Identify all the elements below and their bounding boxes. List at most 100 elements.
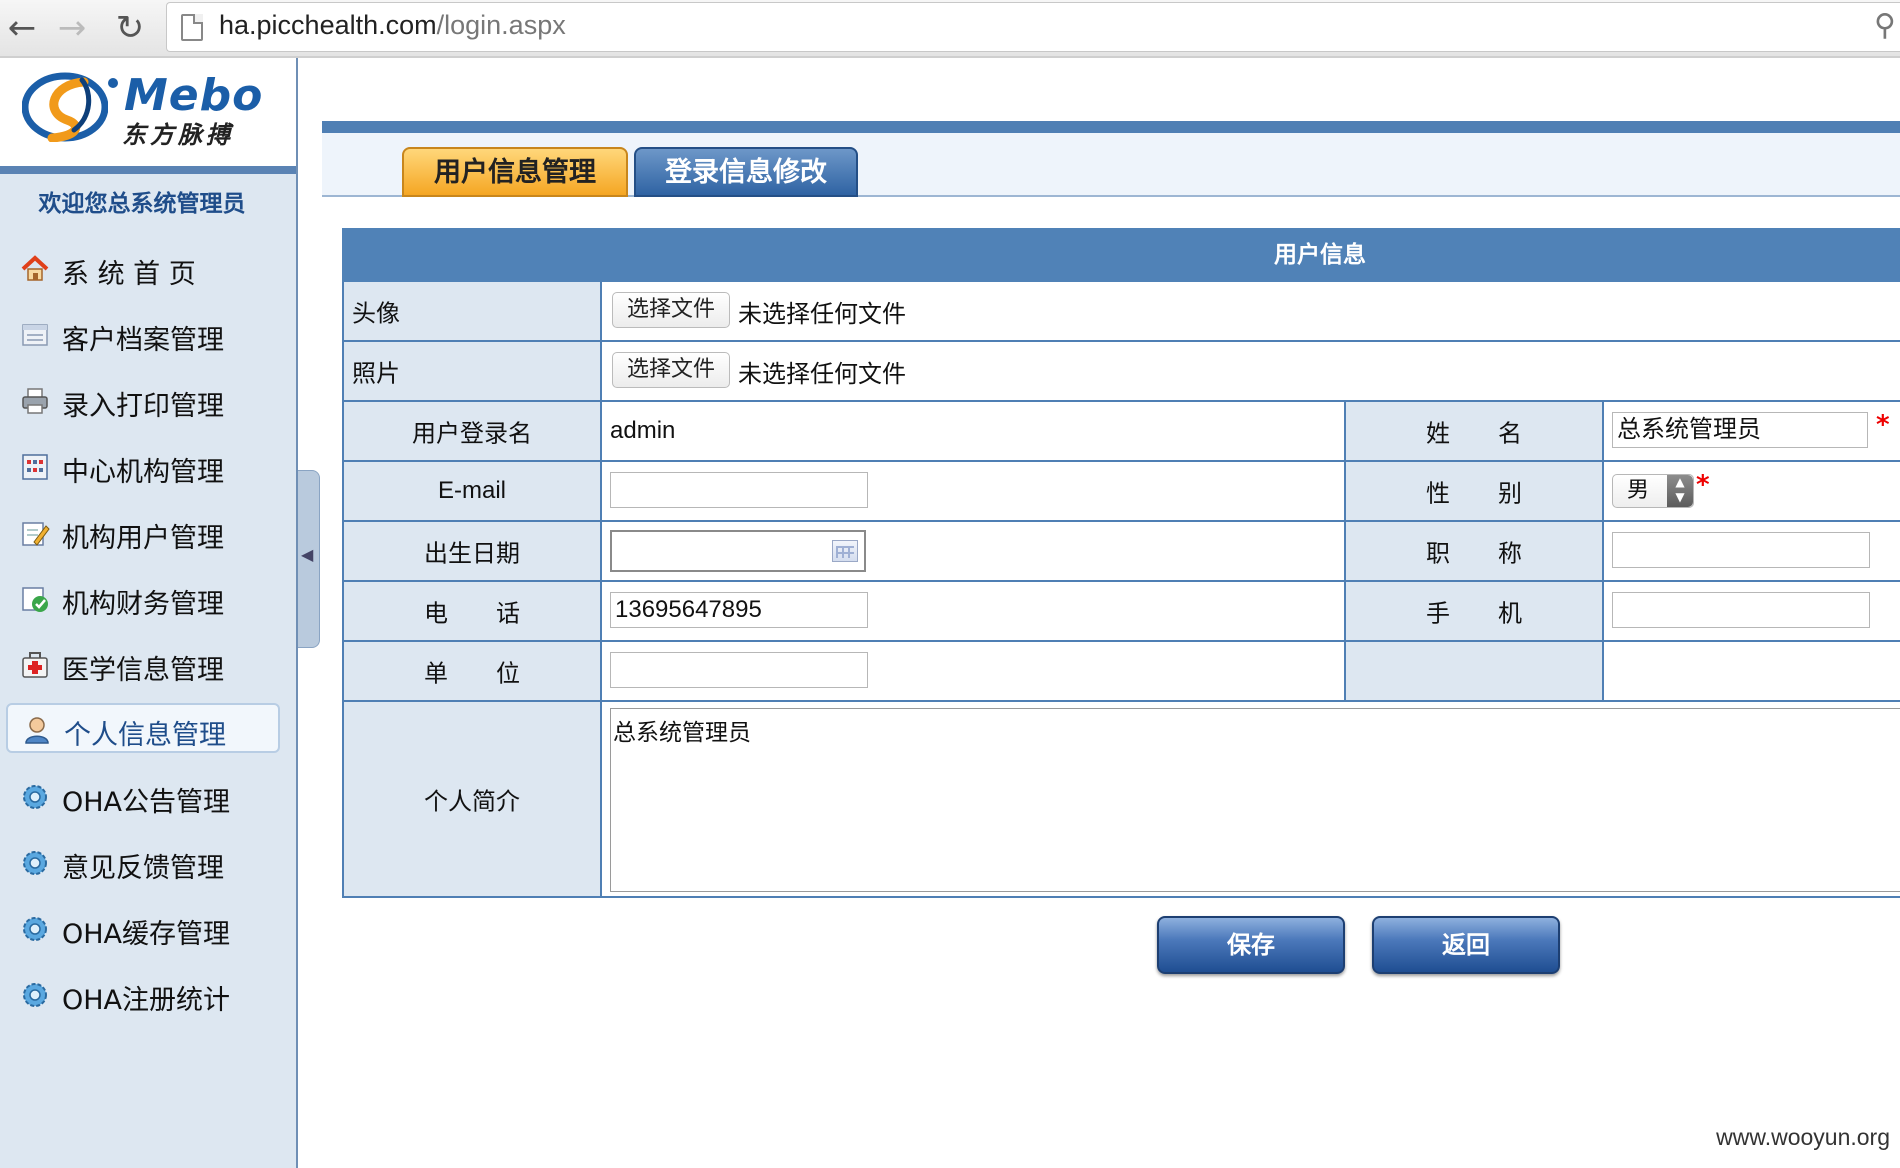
save-button[interactable]: 保存 [1157, 916, 1345, 974]
empty-value-cell [1602, 642, 1900, 700]
unit-label: 单 位 [424, 659, 520, 688]
avatar-label: 头像 [352, 299, 400, 328]
unit-input[interactable] [610, 652, 868, 688]
sidebar-item-9[interactable]: OHA公告管理 [6, 772, 280, 822]
email-input[interactable] [610, 472, 868, 508]
sidebar-item-label: 系 统 首 页 [62, 259, 196, 290]
sidebar-item-11[interactable]: OHA缓存管理 [6, 904, 280, 954]
sidebar-item-6[interactable]: 机构财务管理 [6, 574, 280, 624]
login-name-label-cell: 用户登录名 [344, 402, 600, 460]
login-name-value: admin [610, 417, 676, 444]
name-label: 姓 名 [1426, 419, 1522, 448]
mobile-input[interactable] [1612, 592, 1870, 628]
watermark-text: www.wooyun.org [1716, 1124, 1890, 1150]
birthday-row: 出生日期 职 称 [342, 522, 1900, 582]
sidebar-item-3[interactable]: 录入打印管理 [6, 376, 280, 426]
empty-label-cell [1344, 642, 1602, 700]
title-label: 职 称 [1426, 539, 1522, 568]
person-icon [22, 715, 52, 745]
edit-user-icon [20, 518, 50, 548]
sidebar-item-label: 客户档案管理 [62, 325, 224, 356]
tab-login-info[interactable]: 登录信息修改 [634, 147, 858, 197]
form-title: 用户信息 [1274, 242, 1366, 268]
welcome-text: 欢迎您总系统管理员 [38, 191, 246, 217]
photo-label-cell: 照片 [344, 342, 600, 400]
birthday-value-cell [600, 522, 1344, 580]
mobile-label-cell: 手 机 [1344, 582, 1602, 640]
sidebar-item-10[interactable]: 意见反馈管理 [6, 838, 280, 888]
name-input[interactable]: 总系统管理员 [1612, 412, 1868, 448]
login-name-row: 用户登录名 admin 姓 名 总系统管理员 * [342, 402, 1900, 462]
phone-label: 电 话 [424, 599, 520, 628]
logo-name: Mebo [124, 70, 264, 121]
reload-icon[interactable]: ↻ [108, 6, 152, 50]
address-bar[interactable]: ha.picchealth.com/login.aspx [166, 2, 1900, 52]
back-arrow-icon[interactable]: ← [0, 6, 44, 50]
photo-file-button[interactable]: 选择文件 [612, 352, 731, 388]
photo-file-status: 未选择任何文件 [738, 360, 906, 388]
sidebar-item-2[interactable]: 客户档案管理 [6, 310, 280, 360]
sidebar-item-label: 机构用户管理 [62, 523, 224, 554]
sidebar: Mebo 东方脉搏 欢迎您总系统管理员 系 统 首 页客户档案管理 录入打印管理中… [0, 58, 298, 1168]
sidebar-item-label: OHA缓存管理 [62, 919, 231, 950]
phone-value-cell: 13695647895 [600, 582, 1344, 640]
home-icon [20, 254, 50, 284]
sidebar-item-label: 医学信息管理 [62, 655, 224, 686]
gear-icon [20, 848, 50, 878]
phone-row: 电 话 13695647895 手 机 [342, 582, 1900, 642]
photo-value-cell: 选择文件 未选择任何文件 [600, 342, 1900, 400]
login-name-label: 用户登录名 [412, 419, 532, 448]
job-title-input[interactable] [1612, 532, 1870, 568]
select-arrows-icon: ▲ ▼ [1667, 475, 1693, 507]
photo-row: 照片 选择文件 未选择任何文件 [342, 342, 1900, 402]
avatar-file-status: 未选择任何文件 [738, 300, 906, 328]
logo-swirl-icon [22, 72, 108, 142]
birthday-input[interactable] [610, 530, 866, 572]
sidebar-item-4[interactable]: 中心机构管理 [6, 442, 280, 492]
bio-textarea[interactable]: 总系统管理员 [610, 708, 1900, 892]
gender-label: 性 别 [1426, 479, 1522, 508]
name-label-cell: 姓 名 [1344, 402, 1602, 460]
sidebar-item-1[interactable]: 系 统 首 页 [6, 244, 280, 294]
sidebar-item-5[interactable]: 机构用户管理 [6, 508, 280, 558]
sidebar-collapse-handle[interactable]: ◀ [298, 470, 320, 648]
tab-user-info[interactable]: 用户信息管理 [402, 147, 628, 197]
sidebar-item-7[interactable]: 医学信息管理 [6, 640, 280, 690]
bio-label-cell: 个人简介 [344, 702, 600, 896]
sidebar-item-label: 录入打印管理 [62, 391, 224, 422]
sidebar-item-12[interactable]: OHA注册统计 [6, 970, 280, 1020]
url-text: ha.picchealth.com/login.aspx [219, 10, 566, 41]
forward-arrow-icon[interactable]: → [50, 6, 94, 50]
logo-dot [108, 78, 118, 88]
title-value-cell [1602, 522, 1900, 580]
email-value-cell [600, 462, 1344, 520]
form-header: 用户信息 [342, 228, 1900, 282]
gender-select[interactable]: 男 ▲ ▼ [1612, 474, 1694, 508]
url-host: ha.picchealth.com [219, 10, 437, 40]
bio-row: 个人简介 总系统管理员 [342, 702, 1900, 898]
page-icon [181, 14, 203, 41]
sidebar-item-label: 机构财务管理 [62, 589, 224, 620]
sidebar-item-label: 意见反馈管理 [62, 853, 224, 884]
name-required-mark: * [1876, 410, 1890, 440]
avatar-file-button[interactable]: 选择文件 [612, 292, 731, 328]
sidebar-item-8[interactable]: 个人信息管理 [6, 703, 280, 753]
archive-icon [20, 320, 50, 350]
birthday-label: 出生日期 [424, 539, 520, 568]
email-label-cell: E-mail [344, 462, 600, 520]
mobile-label: 手 机 [1426, 599, 1522, 628]
bio-value-cell: 总系统管理员 [600, 702, 1900, 896]
printer-icon [20, 386, 50, 416]
unit-label-cell: 单 位 [344, 642, 600, 700]
birthday-label-cell: 出生日期 [344, 522, 600, 580]
building-icon [20, 452, 50, 482]
key-icon[interactable]: ⚲ [1874, 8, 1896, 43]
email-row: E-mail 性 别 男 ▲ ▼ * [342, 462, 1900, 522]
top-rule [322, 121, 1900, 133]
gender-value-cell: 男 ▲ ▼ * [1602, 462, 1900, 520]
calendar-icon[interactable] [832, 540, 858, 562]
phone-input[interactable]: 13695647895 [610, 592, 868, 628]
avatar-value-cell: 选择文件 未选择任何文件 [600, 282, 1900, 340]
logo-chinese-name: 东方脉搏 [122, 121, 234, 149]
back-button[interactable]: 返回 [1372, 916, 1560, 974]
